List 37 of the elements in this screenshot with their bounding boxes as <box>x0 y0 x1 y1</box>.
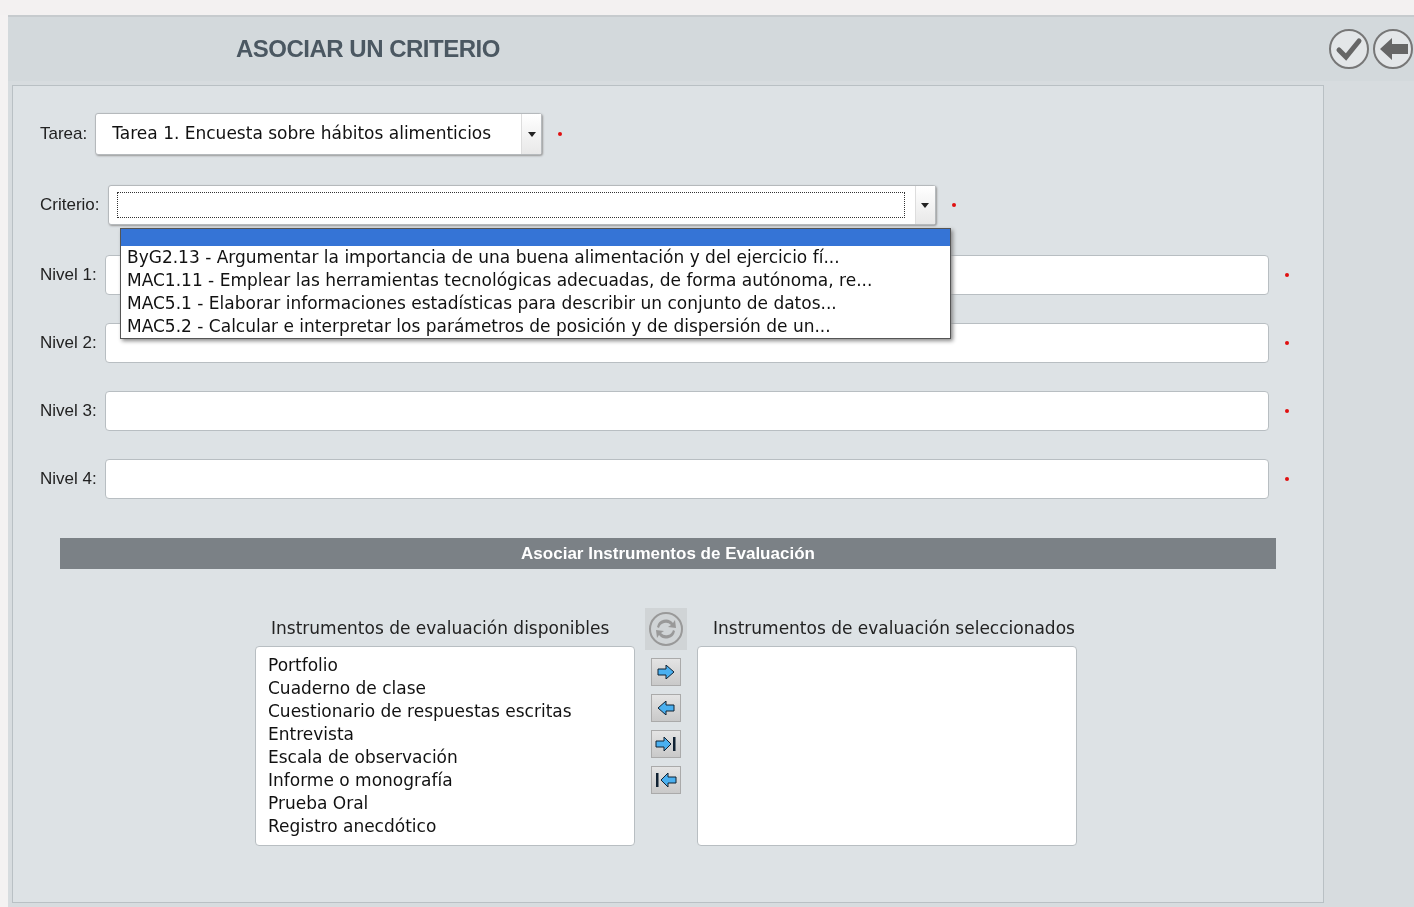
field-label: Tarea: <box>40 123 88 146</box>
field-label: Nivel 1: <box>40 264 97 287</box>
transfer-button[interactable] <box>651 730 681 758</box>
list-item[interactable]: Entrevista <box>268 722 634 746</box>
list-item[interactable]: Portfolio <box>268 653 634 677</box>
refresh-icon <box>648 611 684 647</box>
right-arrow-to-bar-icon <box>655 736 677 752</box>
field-label: Nivel 2: <box>40 332 97 355</box>
list-item[interactable]: Cuaderno de clase <box>268 676 634 700</box>
dropdown-option[interactable]: MAC1.11 - Emplear las herramientas tecnológicas adecuadas, de forma autónoma, re... <box>121 269 950 292</box>
caret-icon <box>527 131 536 137</box>
text-input-field[interactable] <box>104 459 1269 499</box>
dropdown-option[interactable]: ByG2.13 - Argumentar la importancia de una buena alimentación y del ejercicio fí... <box>121 246 950 269</box>
list-item[interactable]: Informe o monografía <box>268 768 634 792</box>
left-arrow-from-bar-icon <box>655 772 677 788</box>
field-label: Nivel 3: <box>40 400 97 423</box>
page-title: ASOCIAR UN CRITERIO <box>236 34 500 64</box>
caret-icon <box>921 202 929 208</box>
list-item[interactable]: Registro anecdótico <box>268 814 634 838</box>
field-label: Nivel 4: <box>40 468 97 491</box>
field-label: Criterio: <box>40 194 100 217</box>
criterion-dropdown[interactable] <box>107 185 936 225</box>
list-label: Instrumentos de evaluación seleccionados <box>712 617 1076 640</box>
dropdown-option[interactable]: MAC5.1 - Elaborar informaciones estadísticas para describir un conjunto de datos... <box>121 292 950 315</box>
list-box[interactable]: Portfolio Cuaderno de clase Cuestionario de respuestas escritas Entrevista Escala de observación Informe o monografía Prueba Oral Registro anecdótico <box>255 645 635 846</box>
transfer-button[interactable] <box>651 766 681 794</box>
left-arrow-icon <box>657 701 675 715</box>
list-item[interactable]: Prueba Oral <box>268 791 634 815</box>
checkmark-icon[interactable] <box>1328 28 1370 70</box>
text-input-field[interactable] <box>104 391 1269 431</box>
list-item[interactable]: Cuestionario de respuestas escritas <box>268 699 634 723</box>
section-header: Asociar Instrumentos de Evaluación <box>60 538 1276 569</box>
dropdown-option[interactable]: MAC5.2 - Calcular e interpretar los parámetros de posición y de dispersión de un... <box>121 315 950 338</box>
right-arrow-icon <box>657 665 675 679</box>
list-label: Instrumentos de evaluación disponibles <box>270 617 611 640</box>
list-item[interactable]: Escala de observación <box>268 745 634 769</box>
task-dropdown[interactable]: Tarea 1. Encuesta sobre hábitos alimenticios <box>95 113 543 155</box>
